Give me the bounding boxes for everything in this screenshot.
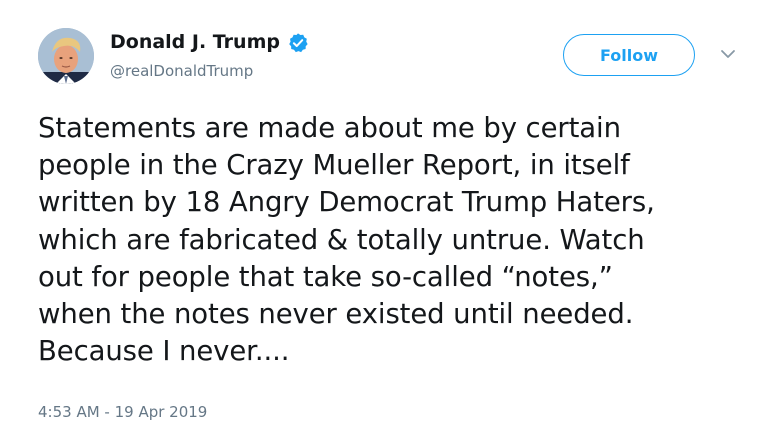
tweet-text-line: Because I never....: [38, 335, 290, 368]
tweet-timestamp[interactable]: 4:53 AM - 19 Apr 2019: [38, 402, 207, 422]
tweet-text-line: when the notes never existed until neede…: [38, 298, 634, 331]
tweet-text-line: out for people that take so-called “note…: [38, 260, 613, 293]
profile-photo-icon: [38, 28, 94, 84]
avatar[interactable]: [38, 28, 94, 84]
tweet-card: Donald J. Trump @realDonaldTrump Follow …: [0, 0, 768, 432]
chevron-down-icon[interactable]: [720, 48, 736, 60]
display-name[interactable]: Donald J. Trump: [110, 30, 280, 54]
tweet-text-line: written by 18 Angry Democrat Trump Hater…: [38, 186, 655, 219]
tweet-text: Statements are made about me by certain …: [38, 110, 738, 370]
tweet-text-line: which are fabricated & totally untrue. W…: [38, 223, 645, 256]
verified-badge-icon: [289, 33, 308, 53]
tweet-text-line: people in the Crazy Mueller Report, in i…: [38, 149, 630, 182]
follow-button[interactable]: Follow: [563, 34, 695, 76]
user-handle[interactable]: @realDonaldTrump: [110, 61, 253, 81]
tweet-text-line: Statements are made about me by certain: [38, 112, 621, 144]
